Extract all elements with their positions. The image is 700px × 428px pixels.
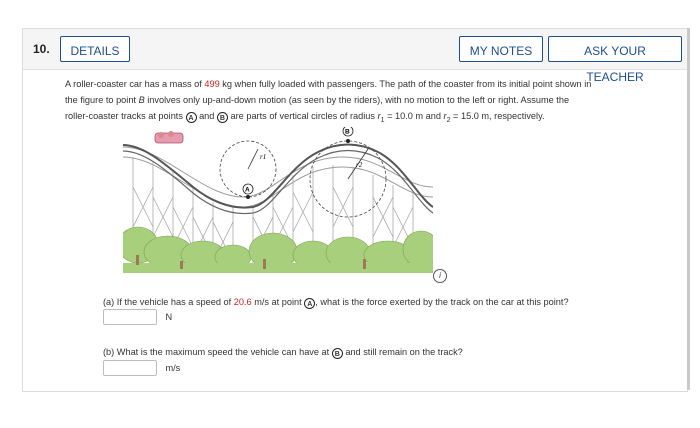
question-card: 10. DETAILS MY NOTES ASK YOUR TEACHER A … (22, 28, 688, 392)
scrollbar[interactable] (687, 28, 690, 390)
question-header: 10. DETAILS MY NOTES ASK YOUR TEACHER (23, 29, 687, 84)
svg-text:r2: r2 (356, 161, 363, 169)
point-b-symbol: B (216, 112, 228, 123)
point-b-symbol: B (331, 348, 343, 359)
ask-your-teacher-button[interactable]: ASK YOUR TEACHER (548, 36, 682, 84)
svg-text:r1: r1 (260, 153, 266, 161)
details-button[interactable]: DETAILS (60, 36, 130, 62)
roller-coaster-figure: r1 r2 A B (123, 127, 433, 273)
part-a-answer-input[interactable] (103, 308, 157, 325)
mass-value: 499 (204, 79, 220, 89)
speed-value: 20.6 (233, 297, 252, 307)
question-number: 10. (33, 42, 50, 56)
part-b-unit: m/s (165, 362, 181, 373)
point-a-symbol: A (185, 112, 197, 123)
point-a-symbol: A (304, 298, 316, 309)
part-a-prompt: (a) If the vehicle has a speed of 20.6 m… (103, 297, 569, 309)
part-b-answer-row: m/s (103, 359, 181, 376)
question-text: A roller-coaster car has a mass of 499 k… (65, 79, 592, 124)
part-b-prompt: (b) What is the maximum speed the vehicl… (103, 347, 463, 359)
svg-text:A: A (245, 187, 250, 194)
part-b-answer-input[interactable] (103, 359, 157, 376)
info-icon[interactable]: i (433, 269, 447, 283)
my-notes-button[interactable]: MY NOTES (459, 36, 543, 62)
part-a-answer-row: N (103, 308, 173, 325)
svg-text:B: B (345, 129, 350, 136)
part-a-unit: N (165, 311, 173, 322)
